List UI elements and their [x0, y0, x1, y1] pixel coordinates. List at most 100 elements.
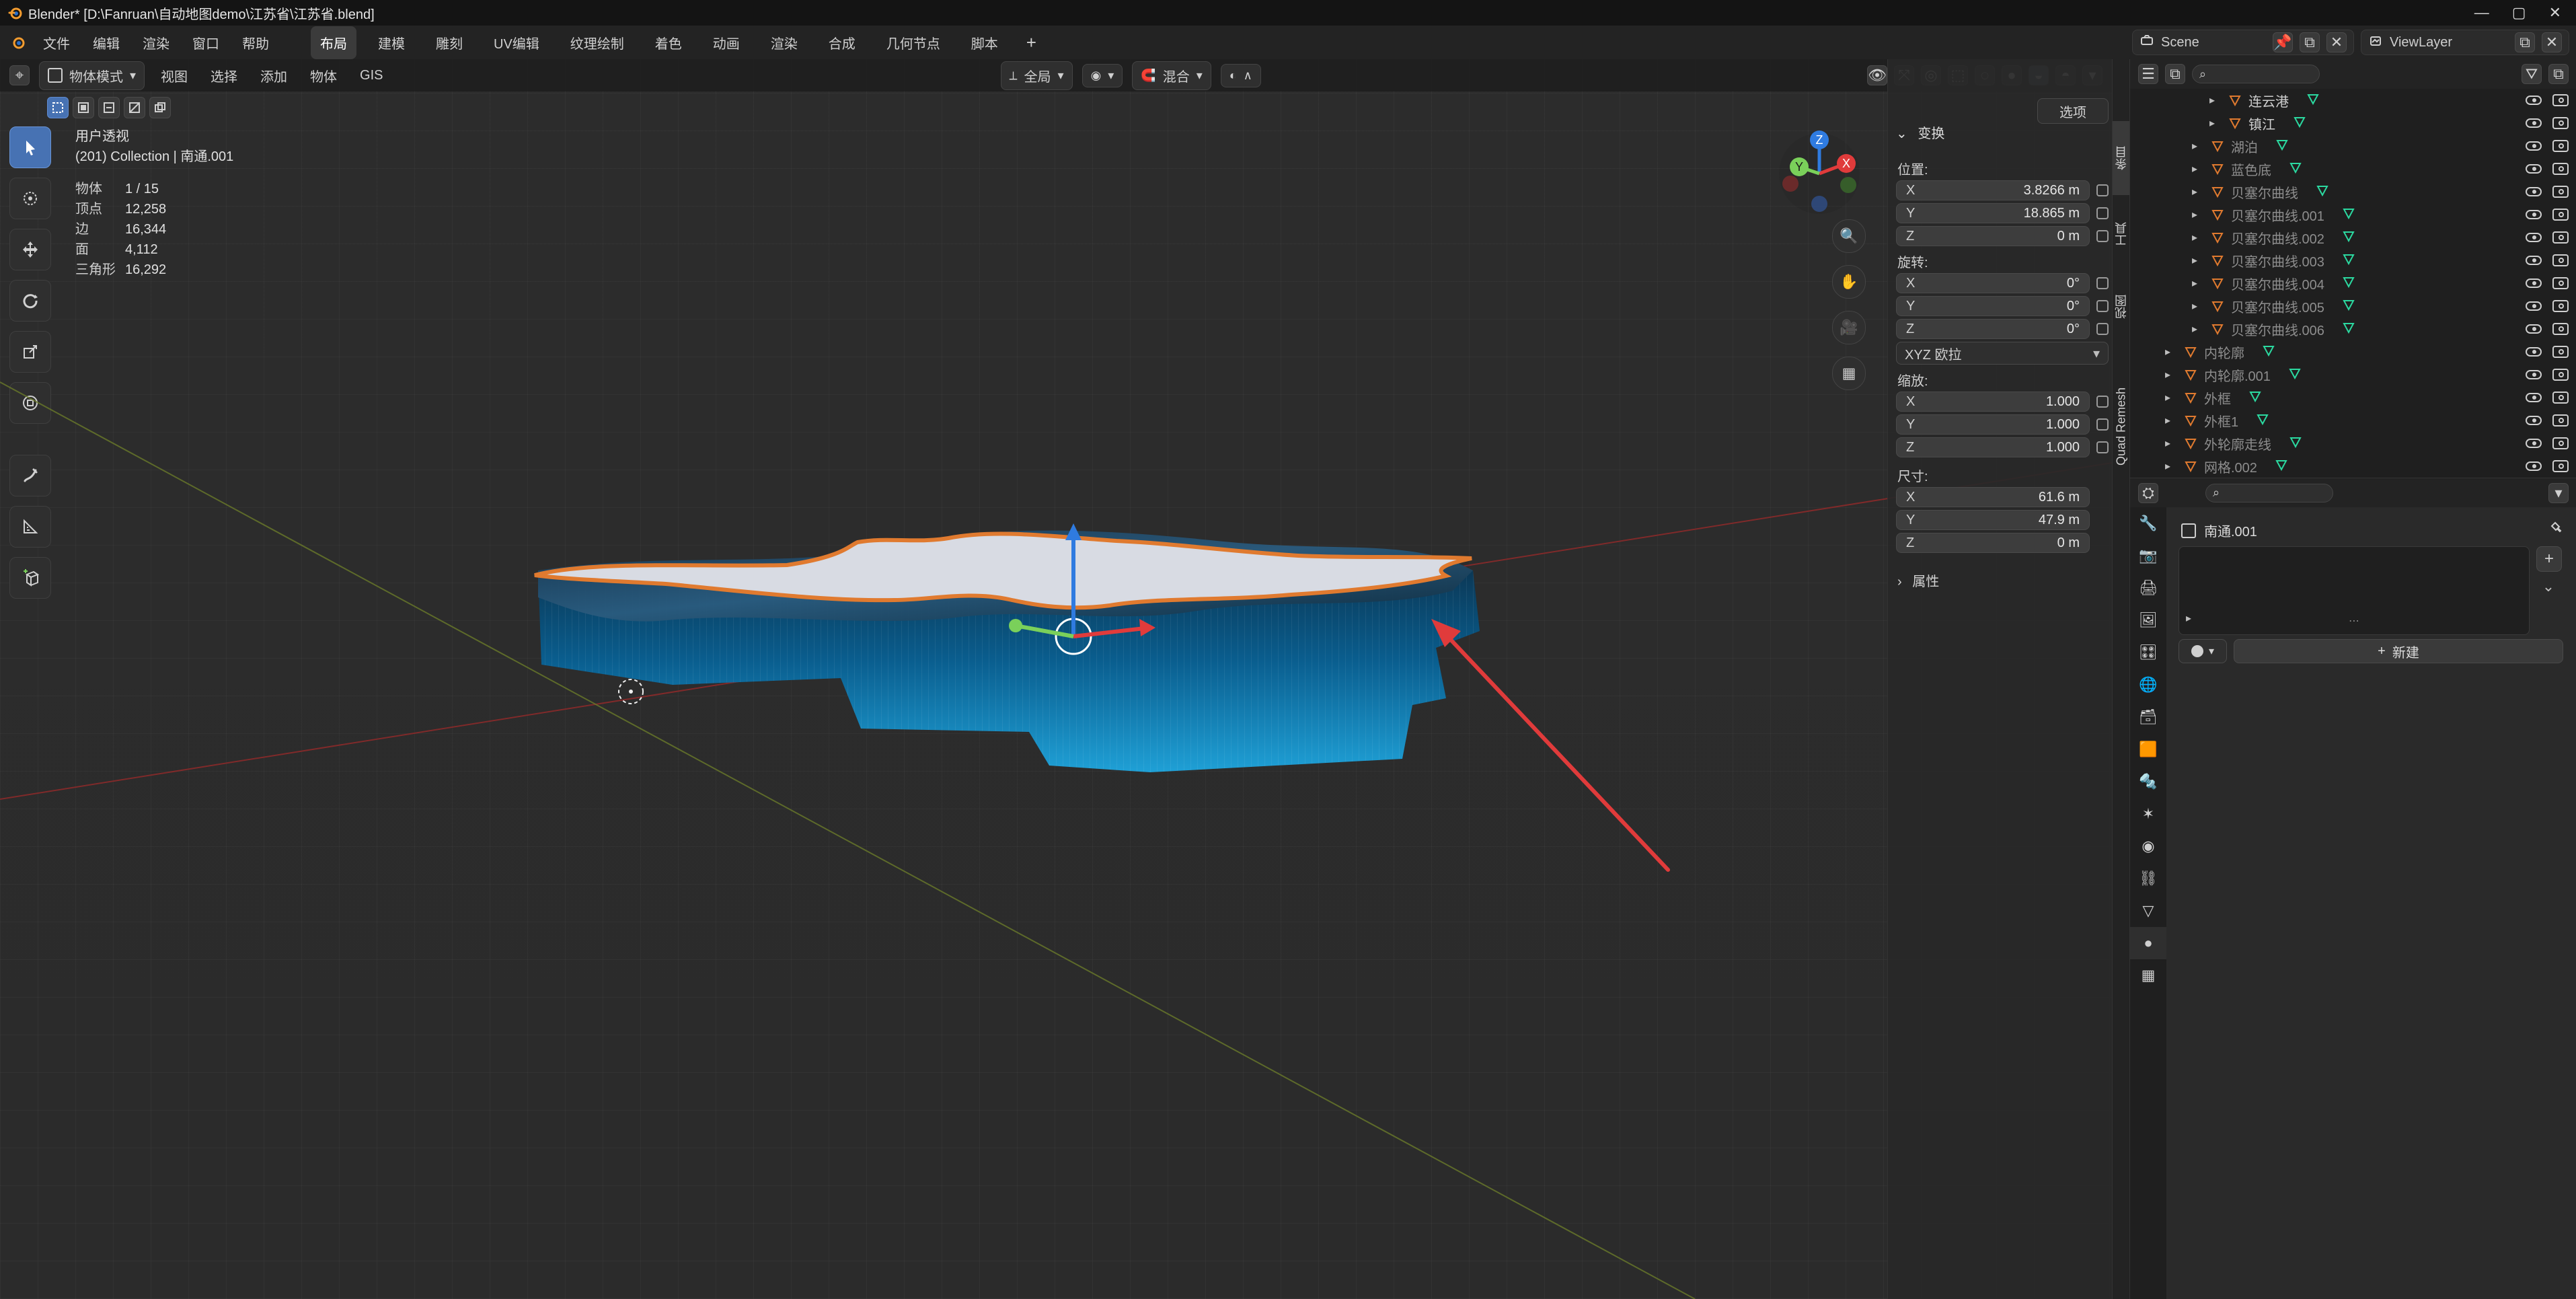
eye-icon[interactable]: [2526, 164, 2542, 174]
navigation-gizmo[interactable]: Z X Y: [1769, 123, 1870, 224]
camera-icon[interactable]: [2552, 414, 2569, 426]
workspace-tab-rendering[interactable]: 渲染: [761, 26, 807, 59]
minimize-icon[interactable]: —: [2474, 4, 2489, 22]
tab-tool[interactable]: 工具: [2113, 200, 2130, 268]
slot-expand-icon[interactable]: ▸: [2186, 611, 2191, 625]
workspace-tab-geometry-nodes[interactable]: 几何节点: [877, 26, 950, 59]
resize-grip-icon[interactable]: ⋯: [2349, 614, 2359, 628]
options-button[interactable]: 选项: [2037, 98, 2109, 124]
lock-icon[interactable]: [2096, 184, 2109, 196]
expand-triangle-icon[interactable]: ▸: [2192, 162, 2204, 176]
outliner-row[interactable]: ▸ 湖泊: [2130, 135, 2576, 157]
outliner-row[interactable]: ▸ 外框: [2130, 386, 2576, 409]
lock-icon[interactable]: [2096, 396, 2109, 408]
outliner-row[interactable]: ▸ 外轮廓走线: [2130, 432, 2576, 455]
output-properties-tab-icon[interactable]: 🖨: [2130, 572, 2166, 604]
outliner-row[interactable]: ▸ 贝塞尔曲线: [2130, 180, 2576, 203]
pin-scene-icon[interactable]: 📌: [2273, 32, 2293, 52]
collection-properties-tab-icon[interactable]: 🗃: [2130, 701, 2166, 733]
outliner-row[interactable]: ▸ 镇江: [2130, 112, 2576, 135]
material-slots-list[interactable]: ▸ ⋯: [2179, 546, 2530, 635]
camera-icon[interactable]: [2552, 231, 2569, 244]
expand-triangle-icon[interactable]: ▸: [2192, 322, 2204, 336]
camera-icon[interactable]: [2552, 163, 2569, 175]
scene-properties-tab-icon[interactable]: 🎛: [2130, 636, 2166, 669]
expand-triangle-icon[interactable]: ▸: [2165, 459, 2177, 473]
dimensions-x-field[interactable]: X 61.6 m: [1896, 487, 2090, 507]
camera-icon[interactable]: [2552, 117, 2569, 129]
new-material-button[interactable]: + 新建: [2234, 639, 2563, 663]
add-workspace-button[interactable]: +: [1020, 32, 1043, 53]
camera-icon[interactable]: [2552, 94, 2569, 106]
menu-file[interactable]: 文件: [38, 29, 75, 57]
grid-view-icon[interactable]: ▦: [1832, 357, 1866, 390]
rotation-y-field[interactable]: Y 0°: [1896, 296, 2090, 316]
outliner-row[interactable]: ▸ 内轮廓.001: [2130, 363, 2576, 386]
eye-icon[interactable]: [2526, 347, 2542, 357]
add-material-slot-button[interactable]: +: [2536, 546, 2562, 572]
properties-section[interactable]: › 属性: [1897, 570, 1939, 590]
texture-properties-tab-icon[interactable]: ▦: [2130, 959, 2166, 992]
physics-properties-tab-icon[interactable]: ◉: [2130, 830, 2166, 862]
eye-icon[interactable]: [2526, 393, 2542, 402]
modifier-properties-tab-icon[interactable]: 🔩: [2130, 766, 2166, 798]
workspace-tab-uv-editing[interactable]: UV编辑: [484, 26, 549, 59]
scale-x-field[interactable]: X 1.000: [1896, 392, 2090, 412]
lock-icon[interactable]: [2096, 230, 2109, 242]
expand-triangle-icon[interactable]: ▸: [2192, 276, 2204, 290]
outliner-editor-type-icon[interactable]: ☰: [2138, 64, 2158, 84]
remove-viewlayer-icon[interactable]: ✕: [2542, 32, 2562, 52]
material-properties-tab-icon[interactable]: ●: [2130, 927, 2166, 959]
pan-hand-icon[interactable]: ✋: [1832, 265, 1866, 299]
lock-icon[interactable]: [2096, 300, 2109, 312]
properties-editor-type-icon[interactable]: ⛭: [2138, 482, 2158, 503]
world-properties-tab-icon[interactable]: 🌐: [2130, 669, 2166, 701]
workspace-tab-sculpting[interactable]: 雕刻: [426, 26, 472, 59]
scale-y-field[interactable]: Y 1.000: [1896, 414, 2090, 435]
eye-icon[interactable]: [2526, 279, 2542, 288]
maximize-icon[interactable]: ▢: [2512, 4, 2526, 22]
view-layer-properties-tab-icon[interactable]: 🖼: [2130, 604, 2166, 636]
material-slot-specials-icon[interactable]: ⌄: [2536, 574, 2561, 599]
location-y-field[interactable]: Y 18.865 m: [1896, 203, 2090, 223]
3d-viewport[interactable]: ⌖ 物体模式 ▾ 视图 选择 添加 物体 GIS ⟂ 全局 ▾ ◉ ▾ 🧲 混合…: [0, 59, 2112, 1299]
lock-icon[interactable]: [2096, 207, 2109, 219]
zoom-icon[interactable]: 🔍: [1832, 219, 1866, 253]
expand-triangle-icon[interactable]: ▸: [2209, 116, 2222, 130]
material-browse-button[interactable]: ▾: [2179, 639, 2227, 663]
outliner-row[interactable]: ▸ 网格.002: [2130, 455, 2576, 478]
eye-icon[interactable]: [2526, 370, 2542, 379]
camera-icon[interactable]: [2552, 323, 2569, 335]
dimensions-y-field[interactable]: Y 47.9 m: [1896, 510, 2090, 530]
expand-triangle-icon[interactable]: ▸: [2192, 231, 2204, 244]
outliner-row[interactable]: ▸ 外框1: [2130, 409, 2576, 432]
eye-icon[interactable]: [2526, 96, 2542, 105]
eye-icon[interactable]: [2526, 141, 2542, 151]
lock-icon[interactable]: [2096, 418, 2109, 431]
workspace-tab-shading[interactable]: 着色: [646, 26, 691, 59]
display-mode-icon[interactable]: ⧉: [2165, 64, 2185, 84]
tab-quad-remesh[interactable]: Quad Remesh: [2113, 346, 2130, 507]
expand-triangle-icon[interactable]: ▸: [2165, 437, 2177, 450]
outliner-row[interactable]: ▸ 内轮廓: [2130, 340, 2576, 363]
camera-icon[interactable]: [2552, 209, 2569, 221]
render-properties-tab-icon[interactable]: 📷: [2130, 540, 2166, 572]
workspace-tab-modeling[interactable]: 建模: [369, 26, 414, 59]
scene-selector[interactable]: Scene 📌 ⧉ ✕: [2132, 30, 2354, 55]
location-z-field[interactable]: Z 0 m: [1896, 226, 2090, 246]
eye-icon[interactable]: [2526, 118, 2542, 128]
workspace-tab-animation[interactable]: 动画: [704, 26, 749, 59]
camera-icon[interactable]: [2552, 186, 2569, 198]
outliner-row[interactable]: ▸ 贝塞尔曲线.001: [2130, 203, 2576, 226]
filter-icon[interactable]: ⛛: [2522, 64, 2542, 84]
outliner-row[interactable]: ▸ 贝塞尔曲线.005: [2130, 295, 2576, 318]
scale-z-field[interactable]: Z 1.000: [1896, 437, 2090, 457]
rotation-mode-dropdown[interactable]: XYZ 欧拉 ▾: [1896, 342, 2109, 365]
expand-triangle-icon[interactable]: ▸: [2165, 345, 2177, 359]
workspace-tab-texture-paint[interactable]: 纹理绘制: [561, 26, 634, 59]
eye-icon[interactable]: [2526, 461, 2542, 471]
data-properties-tab-icon[interactable]: ▽: [2130, 895, 2166, 927]
lock-icon[interactable]: [2096, 441, 2109, 453]
expand-triangle-icon[interactable]: ▸: [2165, 391, 2177, 404]
viewlayer-selector[interactable]: ViewLayer ⧉ ✕: [2361, 30, 2569, 55]
